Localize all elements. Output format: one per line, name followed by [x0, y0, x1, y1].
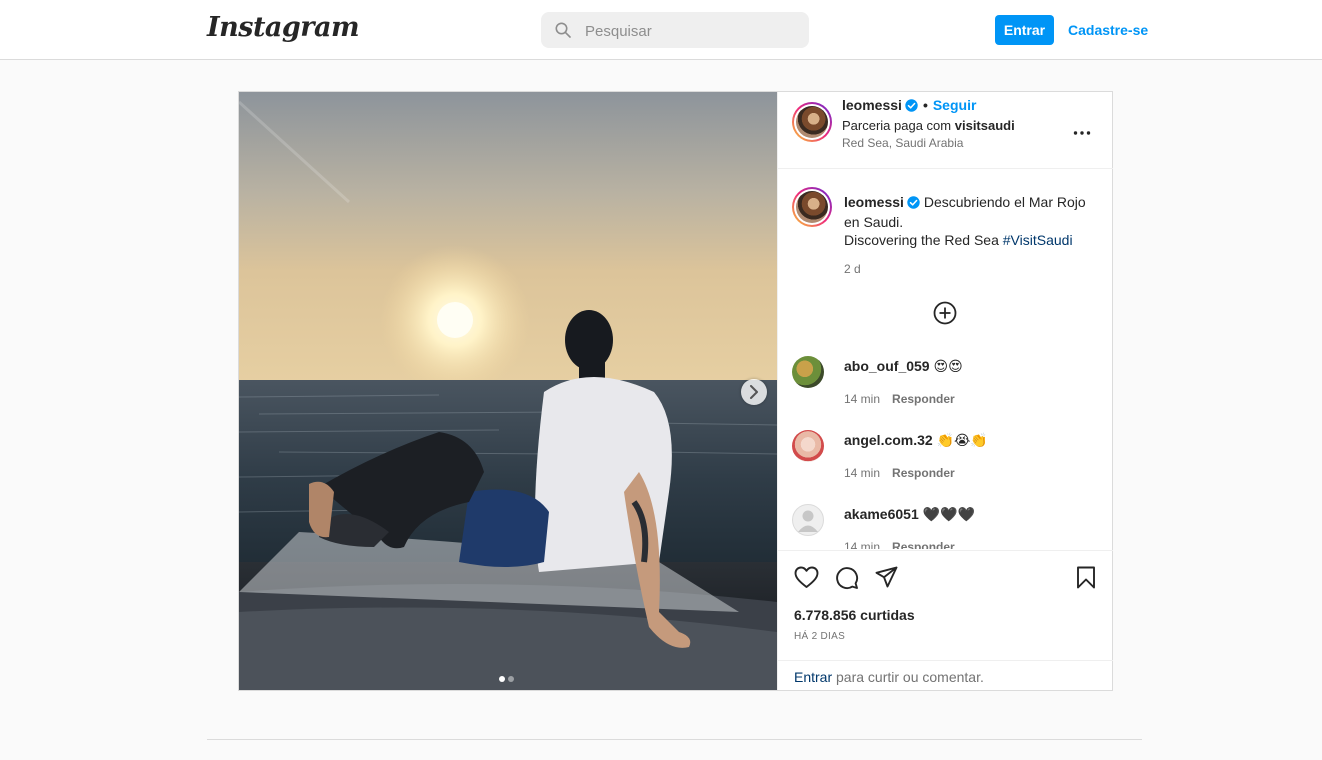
comment-text: angel.com.32 👏😭👏 — [844, 432, 988, 449]
author-avatar[interactable] — [792, 102, 832, 142]
commenter-username[interactable]: abo_ouf_059 — [844, 358, 930, 374]
comment-time: 14 min — [844, 466, 881, 480]
likes-count[interactable]: 6.778.856 curtidas — [794, 607, 915, 623]
comment-time: 14 min — [844, 540, 881, 549]
author-line: leomessi • Seguir — [842, 97, 976, 115]
carousel-next-button[interactable] — [741, 379, 767, 405]
commenter-username[interactable]: angel.com.32 — [844, 432, 933, 448]
commenter-username[interactable]: akame6051 — [844, 506, 919, 522]
comment-meta: 14 min Responder — [844, 466, 955, 480]
post-side-panel: leomessi • Seguir Parceria paga com visits… — [777, 92, 1113, 690]
search-icon — [555, 22, 571, 43]
carousel-dot-2 — [508, 676, 514, 682]
sunset-sea-photo — [239, 92, 777, 690]
caption-author-avatar[interactable] — [792, 187, 832, 227]
follow-button[interactable]: Seguir — [933, 97, 977, 113]
verified-badge-icon — [907, 195, 920, 213]
login-to-comment-bar: Entrar para curtir ou comentar. — [778, 660, 1113, 691]
plus-circle-icon — [933, 301, 957, 325]
reply-button[interactable]: Responder — [892, 466, 955, 480]
more-options-icon[interactable] — [1073, 120, 1091, 141]
comment-meta: 14 min Responder — [844, 392, 955, 406]
commenter-avatar[interactable] — [792, 356, 824, 388]
signup-link[interactable]: Cadastre-se — [1068, 15, 1148, 45]
caption-timestamp: 2 d — [844, 262, 861, 276]
post-header: leomessi • Seguir Parceria paga com visits… — [778, 92, 1113, 169]
comment-body: 😍😍 — [933, 358, 963, 374]
partnership-label: Parceria paga com — [842, 118, 952, 133]
post-actions: 6.778.856 curtidas HÁ 2 DIAS — [778, 550, 1113, 661]
post-photo[interactable] — [239, 92, 777, 690]
bookmark-save-icon[interactable] — [1076, 566, 1096, 594]
post-location[interactable]: Red Sea, Saudi Arabia — [842, 136, 963, 150]
instagram-logo[interactable]: Instagram — [207, 12, 360, 43]
partner-link[interactable]: visitsaudi — [955, 118, 1015, 133]
comments-section[interactable]: leomessi Descubriendo el Mar Rojo en Sau… — [778, 169, 1113, 549]
separator-dot: • — [922, 97, 928, 113]
caption-line-2: Discovering the Red Sea — [844, 232, 999, 248]
login-prompt-text: para curtir ou comentar. — [836, 669, 984, 685]
share-send-icon[interactable] — [875, 566, 898, 593]
comment-body: 👏😭👏 — [936, 432, 988, 448]
search-input[interactable] — [583, 12, 797, 50]
top-navigation-bar: Instagram Entrar Cadastre-se — [0, 0, 1322, 60]
default-avatar-icon[interactable] — [792, 504, 824, 536]
load-more-comments-button[interactable] — [933, 301, 957, 330]
post-card: leomessi • Seguir Parceria paga com visits… — [238, 91, 1113, 691]
comment-text: abo_ouf_059 😍😍 — [844, 358, 963, 375]
post-timestamp: HÁ 2 DIAS — [794, 631, 846, 642]
carousel-dot-1 — [499, 676, 505, 682]
comment-meta: 14 min Responder — [844, 540, 955, 549]
login-link[interactable]: Entrar — [794, 669, 832, 685]
comment-time: 14 min — [844, 392, 881, 406]
commenter-avatar[interactable] — [792, 430, 824, 462]
verified-badge-icon — [905, 99, 918, 115]
comment-item: angel.com.32 👏😭👏 14 min Responder — [792, 430, 1102, 490]
login-button[interactable]: Entrar — [995, 15, 1054, 45]
hashtag-link[interactable]: #VisitSaudi — [1003, 232, 1073, 248]
comment-item: akame6051 🖤🖤🖤 14 min Responder — [792, 504, 1102, 549]
paid-partnership: Parceria paga com visitsaudi — [842, 118, 1015, 133]
comment-item: abo_ouf_059 😍😍 14 min Responder — [792, 356, 1102, 416]
login-prompt: Entrar para curtir ou comentar. — [794, 669, 984, 685]
post-caption: leomessi Descubriendo el Mar Rojo en Sau… — [844, 193, 1099, 249]
reply-button[interactable]: Responder — [892, 392, 955, 406]
author-username[interactable]: leomessi — [842, 97, 902, 113]
reply-button[interactable]: Responder — [892, 540, 955, 549]
search-box[interactable] — [541, 12, 809, 50]
comment-bubble-icon[interactable] — [835, 566, 859, 595]
caption-username[interactable]: leomessi — [844, 194, 904, 210]
footer-divider — [207, 739, 1142, 740]
chevron-right-icon — [750, 385, 758, 399]
carousel-indicator — [499, 669, 517, 687]
like-heart-icon[interactable] — [794, 566, 819, 594]
comment-body: 🖤🖤🖤 — [922, 506, 975, 522]
comment-text: akame6051 🖤🖤🖤 — [844, 506, 975, 523]
